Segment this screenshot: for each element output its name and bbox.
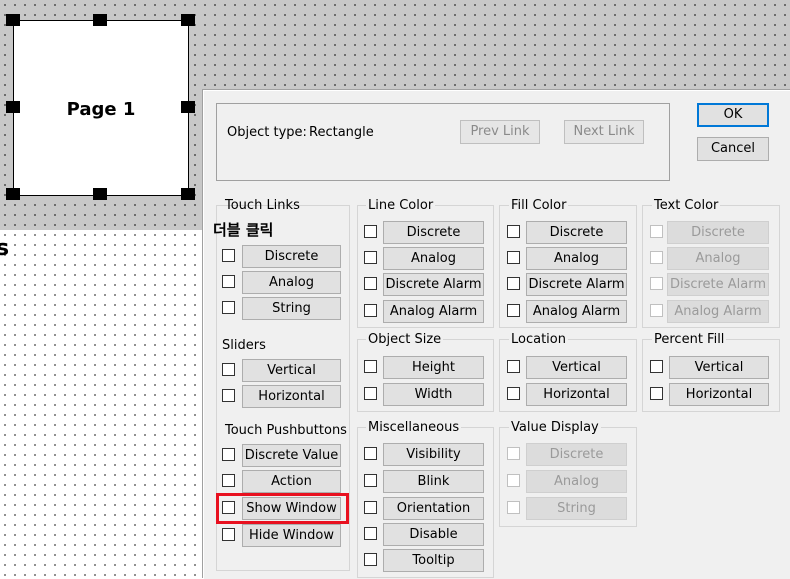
fill-color-analog-alarm-button[interactable]: Analog Alarm [526, 300, 627, 323]
line-color-analog-alarm-checkbox[interactable] [364, 304, 377, 317]
value-display-discrete-checkbox[interactable] [507, 447, 520, 460]
pushbuttons-action-checkbox[interactable] [222, 474, 235, 487]
text-color-discrete-alarm-button[interactable]: Discrete Alarm [667, 273, 769, 296]
misc-visibility-checkbox[interactable] [364, 447, 377, 460]
canvas-text-fragment: s [0, 236, 10, 261]
resize-handle-tc[interactable] [93, 14, 107, 26]
line-color-analog-button[interactable]: Analog [383, 247, 484, 270]
touch-links-analog-button[interactable]: Analog [242, 271, 341, 294]
fill-color-discrete-button[interactable]: Discrete [526, 221, 627, 244]
location-horizontal-checkbox[interactable] [507, 387, 520, 400]
line-color-discrete-button[interactable]: Discrete [383, 221, 484, 244]
location-vertical-button[interactable]: Vertical [526, 356, 627, 379]
fill-color-title: Fill Color [509, 198, 569, 213]
pushbuttons-action-button[interactable]: Action [242, 470, 341, 493]
percent-fill-vertical-checkbox[interactable] [650, 360, 663, 373]
line-color-analog-checkbox[interactable] [364, 251, 377, 264]
object-size-title: Object Size [366, 332, 444, 347]
fill-color-analog-button[interactable]: Analog [526, 247, 627, 270]
text-color-analog-alarm-button[interactable]: Analog Alarm [667, 300, 769, 323]
text-color-title: Text Color [652, 198, 721, 213]
line-color-discrete-checkbox[interactable] [364, 225, 377, 238]
next-link-button[interactable]: Next Link [564, 120, 644, 144]
resize-handle-ml[interactable] [6, 101, 20, 113]
pushbuttons-hide-window-button[interactable]: Hide Window [242, 524, 341, 547]
location-title: Location [509, 332, 568, 347]
text-color-analog-alarm-checkbox[interactable] [650, 304, 663, 317]
percent-fill-horizontal-button[interactable]: Horizontal [669, 383, 769, 406]
sliders-vertical-button[interactable]: Vertical [242, 359, 341, 382]
misc-disable-button[interactable]: Disable [383, 523, 484, 546]
value-display-discrete-button[interactable]: Discrete [526, 443, 627, 466]
line-color-analog-alarm-button[interactable]: Analog Alarm [383, 300, 484, 323]
fill-color-discrete-checkbox[interactable] [507, 225, 520, 238]
misc-tooltip-button[interactable]: Tooltip [383, 549, 484, 572]
prev-link-button[interactable]: Prev Link [460, 120, 540, 144]
touch-links-string-button[interactable]: String [242, 297, 341, 320]
touch-links-analog-checkbox[interactable] [222, 275, 235, 288]
text-color-discrete-checkbox[interactable] [650, 225, 663, 238]
touch-links-discrete-button[interactable]: Discrete [242, 245, 341, 268]
show-window-highlight-box [216, 493, 349, 524]
miscellaneous-title: Miscellaneous [366, 420, 462, 435]
fill-color-discrete-alarm-button[interactable]: Discrete Alarm [526, 273, 627, 296]
object-size-height-checkbox[interactable] [364, 360, 377, 373]
sliders-title: Sliders [222, 338, 266, 353]
pushbuttons-discrete-value-button[interactable]: Discrete Value [242, 444, 341, 467]
page-rectangle-object[interactable]: Page 1 [13, 20, 189, 196]
fill-color-analog-alarm-checkbox[interactable] [507, 304, 520, 317]
resize-handle-mr[interactable] [181, 101, 195, 113]
touch-links-discrete-checkbox[interactable] [222, 249, 235, 262]
touch-pushbuttons-title: Touch Pushbuttons [225, 423, 347, 438]
resize-handle-tr[interactable] [181, 14, 195, 26]
percent-fill-vertical-button[interactable]: Vertical [669, 356, 769, 379]
object-size-height-button[interactable]: Height [383, 356, 484, 379]
touch-links-title: Touch Links [225, 198, 300, 213]
value-display-analog-checkbox[interactable] [507, 474, 520, 487]
double-click-annotation: 더블 클릭 [213, 221, 274, 239]
object-size-width-checkbox[interactable] [364, 387, 377, 400]
misc-blink-checkbox[interactable] [364, 474, 377, 487]
line-color-discrete-alarm-button[interactable]: Discrete Alarm [383, 273, 484, 296]
object-type-panel: Object type: Rectangle Prev Link Next Li… [216, 103, 670, 181]
pushbuttons-hide-window-checkbox[interactable] [222, 528, 235, 541]
fill-color-analog-checkbox[interactable] [507, 251, 520, 264]
value-display-analog-button[interactable]: Analog [526, 470, 627, 493]
text-color-discrete-button[interactable]: Discrete [667, 221, 769, 244]
touch-links-string-checkbox[interactable] [222, 301, 235, 314]
ok-button[interactable]: OK [697, 103, 769, 127]
line-color-discrete-alarm-checkbox[interactable] [364, 277, 377, 290]
percent-fill-title: Percent Fill [652, 332, 727, 347]
misc-blink-button[interactable]: Blink [383, 470, 484, 493]
text-color-discrete-alarm-checkbox[interactable] [650, 277, 663, 290]
location-horizontal-button[interactable]: Horizontal [526, 383, 627, 406]
misc-orientation-checkbox[interactable] [364, 501, 377, 514]
resize-handle-tl[interactable] [6, 14, 20, 26]
resize-handle-br[interactable] [181, 188, 195, 200]
sliders-horizontal-checkbox[interactable] [222, 389, 235, 402]
value-display-title: Value Display [509, 420, 601, 435]
value-display-string-button[interactable]: String [526, 497, 627, 520]
line-color-title: Line Color [366, 198, 436, 213]
resize-handle-bc[interactable] [93, 188, 107, 200]
location-vertical-checkbox[interactable] [507, 360, 520, 373]
misc-orientation-button[interactable]: Orientation [383, 497, 484, 520]
text-color-analog-checkbox[interactable] [650, 251, 663, 264]
resize-handle-bl[interactable] [6, 188, 20, 200]
cancel-button[interactable]: Cancel [697, 137, 769, 161]
object-type-label: Object type: [227, 125, 307, 140]
page-label: Page 1 [66, 99, 136, 120]
object-type-value: Rectangle [309, 125, 374, 140]
misc-tooltip-checkbox[interactable] [364, 553, 377, 566]
sliders-vertical-checkbox[interactable] [222, 363, 235, 376]
pushbuttons-discrete-value-checkbox[interactable] [222, 448, 235, 461]
value-display-string-checkbox[interactable] [507, 501, 520, 514]
percent-fill-horizontal-checkbox[interactable] [650, 387, 663, 400]
text-color-analog-button[interactable]: Analog [667, 247, 769, 270]
misc-disable-checkbox[interactable] [364, 527, 377, 540]
fill-color-discrete-alarm-checkbox[interactable] [507, 277, 520, 290]
misc-visibility-button[interactable]: Visibility [383, 443, 484, 466]
object-size-width-button[interactable]: Width [383, 383, 484, 406]
sliders-horizontal-button[interactable]: Horizontal [242, 385, 341, 408]
